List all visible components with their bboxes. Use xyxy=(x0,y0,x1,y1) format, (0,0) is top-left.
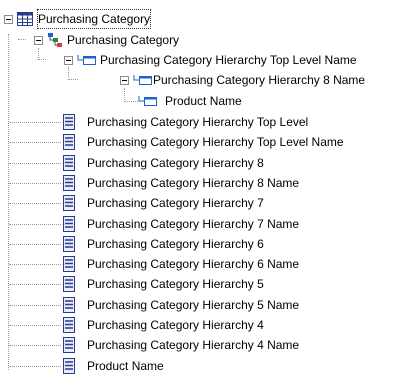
tree-node-attribute[interactable]: Purchasing Category Hierarchy 6 Name xyxy=(0,254,407,274)
tree-node-attribute[interactable]: Purchasing Category Hierarchy 5 Name xyxy=(0,295,407,315)
tree-node-attribute[interactable]: Purchasing Category Hierarchy 8 xyxy=(0,153,407,173)
tree-connector xyxy=(9,182,61,184)
tree-node-label: Purchasing Category Hierarchy Top Level … xyxy=(87,135,344,150)
tree-node-level[interactable]: Purchasing Category Hierarchy 8 Name xyxy=(0,70,407,90)
tree-node-label: Product Name xyxy=(87,358,164,373)
tree-node-label: Product Name xyxy=(165,94,242,108)
tree-node-attribute[interactable]: Purchasing Category Hierarchy 7 Name xyxy=(0,214,407,234)
tree-node-root[interactable]: Purchasing Category xyxy=(0,9,407,29)
tree-connector xyxy=(9,264,61,266)
tree-node-label: Purchasing Category Hierarchy 6 xyxy=(87,236,264,251)
tree-node-label: Purchasing Category Hierarchy 8 Name xyxy=(87,175,300,190)
tree-node-label: Purchasing Category Hierarchy 8 Name xyxy=(153,73,366,87)
tree-node-attribute[interactable]: Purchasing Category Hierarchy Top Level xyxy=(0,112,407,132)
tree-node-label: Purchasing Category xyxy=(67,33,180,47)
collapse-toggle[interactable] xyxy=(64,56,73,65)
tree-connector xyxy=(9,243,61,245)
tree-node-label: Purchasing Category Hierarchy 6 Name xyxy=(87,257,300,272)
tree-connector xyxy=(9,284,61,286)
tree-node-attribute[interactable]: Purchasing Category Hierarchy 8 Name xyxy=(0,173,407,193)
tree-node-attribute[interactable]: Purchasing Category Hierarchy 7 xyxy=(0,193,407,213)
tree-node-label: Purchasing Category Hierarchy 4 xyxy=(87,318,264,332)
tree-node-attribute[interactable]: Purchasing Category Hierarchy 4 xyxy=(0,315,407,335)
tree-node-attribute[interactable]: Purchasing Category Hierarchy 6 xyxy=(0,234,407,254)
collapse-toggle[interactable] xyxy=(4,15,13,24)
tree-node-attribute[interactable]: Purchasing Category Hierarchy 5 xyxy=(0,274,407,294)
tree-connector xyxy=(9,223,61,225)
tree-node-label: Purchasing Category Hierarchy 7 Name xyxy=(87,216,300,231)
tree-connector xyxy=(9,142,61,144)
tree-node-label: Purchasing Category Hierarchy 5 Name xyxy=(87,297,300,312)
tree-connector xyxy=(9,203,61,205)
tree-node-label: Purchasing Category Hierarchy 4 Name xyxy=(87,338,300,353)
tree-node-level[interactable]: Product Name xyxy=(0,91,407,111)
tree-connector xyxy=(9,325,61,326)
tree-node-label: Purchasing Category Hierarchy 7 xyxy=(87,196,264,211)
tree-node-attribute[interactable]: Purchasing Category Hierarchy 4 Name xyxy=(0,335,407,355)
tree-connector xyxy=(9,345,61,347)
tree-node-label: Purchasing Category Hierarchy Top Level … xyxy=(100,53,357,67)
tree-node-attribute[interactable]: Product Name xyxy=(0,356,407,376)
tree-connector xyxy=(9,304,61,306)
tree-connector xyxy=(9,162,61,164)
attribute-icon xyxy=(63,357,75,380)
tree-node-label: Purchasing Category Hierarchy Top Level xyxy=(87,115,309,129)
tree-node-hierarchy[interactable]: Purchasing Category xyxy=(0,30,407,50)
tree-node-label: Purchasing Category Hierarchy 8 xyxy=(87,155,264,170)
tree-connector xyxy=(9,122,61,123)
dimension-tree: Purchasing Category Purchasing Category … xyxy=(0,0,407,379)
tree-node-attribute[interactable]: Purchasing Category Hierarchy Top Level … xyxy=(0,132,407,152)
tree-node-label: Purchasing Category xyxy=(37,9,152,29)
tree-node-level[interactable]: Purchasing Category Hierarchy Top Level … xyxy=(0,50,407,70)
collapse-toggle[interactable] xyxy=(120,76,129,85)
tree-connector xyxy=(9,365,61,367)
tree-node-label: Purchasing Category Hierarchy 5 xyxy=(87,277,264,292)
collapse-toggle[interactable] xyxy=(34,36,43,45)
